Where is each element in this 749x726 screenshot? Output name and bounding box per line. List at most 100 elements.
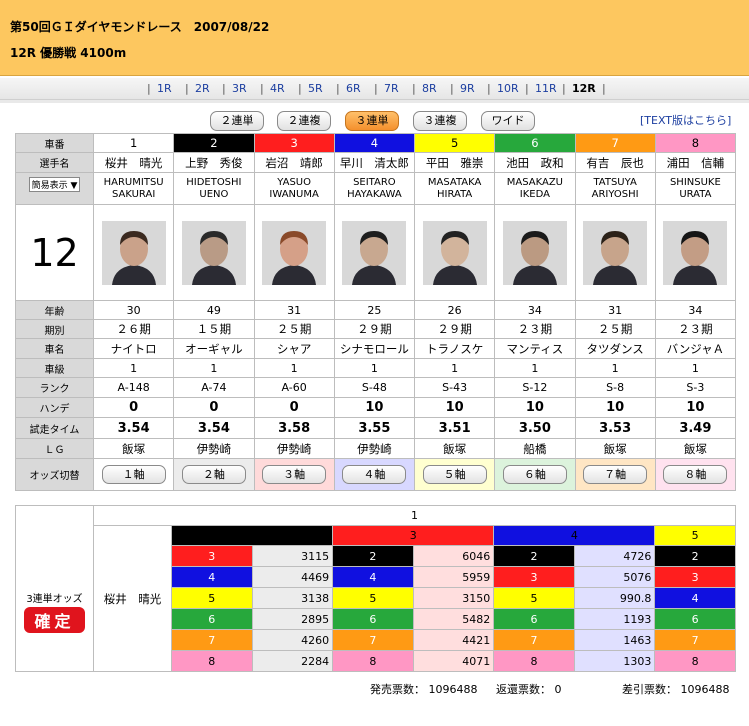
label-class: 車級: [15, 358, 94, 378]
axis-button-6[interactable]: ６軸: [502, 465, 567, 484]
race-link-11[interactable]: 11R: [535, 82, 557, 95]
odds-third-3-0: 2: [332, 545, 414, 567]
display-mode-select[interactable]: 簡易表示 ▼: [28, 177, 81, 192]
rider-photo-cell-3: [253, 204, 335, 301]
race-link-10[interactable]: 10R: [497, 82, 519, 95]
label-name: 選手名: [15, 152, 94, 173]
odds-value-4-0[interactable]: 4726: [573, 545, 656, 567]
odds-value-4-1[interactable]: 5076: [573, 566, 656, 588]
rider-roman-4: SEITARO HAYAKAWA: [333, 172, 416, 205]
odds-value-4-4[interactable]: 1463: [573, 629, 656, 651]
race-link-9[interactable]: 9R: [460, 82, 475, 95]
odds-value-3-3[interactable]: 5482: [412, 608, 495, 630]
axis-button-3[interactable]: ３軸: [262, 465, 327, 484]
odds-value-3-5[interactable]: 4071: [412, 650, 495, 672]
rider-photo-3: [262, 220, 327, 285]
rider-rank-5: S-43: [413, 377, 496, 398]
odds-third-4-1: 3: [493, 566, 575, 588]
rider-trial-5: 3.51: [413, 417, 496, 439]
rider-lg-3: 伊勢崎: [253, 438, 335, 459]
rider-class-3: 1: [253, 358, 335, 378]
tab-sanrentan[interactable]: ３連単: [345, 111, 399, 131]
race-link-5[interactable]: 5R: [308, 82, 323, 95]
odds-value-2-2[interactable]: 3138: [251, 587, 334, 609]
rider-photo-cell-1: [92, 204, 175, 301]
odds-value-2-3[interactable]: 2895: [251, 608, 334, 630]
rider-age-2: 49: [173, 300, 255, 320]
odds-value-2-1[interactable]: 4469: [251, 566, 334, 588]
race-link-4[interactable]: 4R: [270, 82, 285, 95]
odds-value-2-4[interactable]: 4260: [251, 629, 334, 651]
rider-trial-4: 3.55: [333, 417, 416, 439]
odds-switch-cell-2: ２軸: [173, 458, 255, 491]
race-title: 第50回ＧＩダイヤモンドレース 2007/08/22: [10, 20, 270, 34]
axis-button-1[interactable]: １軸: [101, 465, 166, 484]
odds-value-2-0[interactable]: 3115: [251, 545, 334, 567]
rider-photo-cell-4: [333, 204, 416, 301]
rider-car-4: シナモロール: [333, 338, 416, 359]
odds-value-4-3[interactable]: 1193: [573, 608, 656, 630]
odds-axis: 1: [93, 505, 736, 526]
rider-car-3: シャア: [253, 338, 335, 359]
odds-third-5-1: 3: [654, 566, 736, 588]
odds-third-5-3: 6: [654, 608, 736, 630]
text-version-link[interactable]: [TEXT版はこちら]: [640, 112, 731, 128]
rider-photo-cell-2: [173, 204, 255, 301]
axis-button-8[interactable]: ８軸: [663, 465, 728, 484]
race-link-12[interactable]: 12R: [572, 82, 596, 95]
race-link-6[interactable]: 6R: [346, 82, 361, 95]
race-link-2[interactable]: 2R: [195, 82, 210, 95]
odds-third-3-1: 4: [332, 566, 414, 588]
car-number-4: 4: [333, 133, 416, 153]
tab-wide[interactable]: ワイド: [481, 111, 535, 131]
axis-button-4[interactable]: ４軸: [342, 465, 407, 484]
axis-button-5[interactable]: ５軸: [422, 465, 487, 484]
page-header: 第50回ＧＩダイヤモンドレース 2007/08/22 12R 優勝戦 4100m: [0, 0, 749, 76]
odds-value-3-0[interactable]: 6046: [412, 545, 495, 567]
odds-header-4: 4: [493, 525, 656, 546]
rider-lg-1: 飯塚: [92, 438, 175, 459]
rider-name-3: 岩沼 靖郎: [253, 152, 335, 173]
rider-class-6: 1: [494, 358, 576, 378]
rider-car-1: ナイトロ: [92, 338, 175, 359]
rider-trial-8: 3.49: [654, 417, 737, 439]
rider-name-1: 桜井 晴光: [92, 152, 175, 173]
car-number-1: 1: [92, 133, 175, 153]
odds-switch-cell-7: ７軸: [574, 458, 656, 491]
rider-rank-6: S-12: [494, 377, 576, 398]
axis-button-2[interactable]: ２軸: [181, 465, 246, 484]
tab-nirentan[interactable]: ２連単: [210, 111, 264, 131]
tab-nirenpuku[interactable]: ２連複: [277, 111, 331, 131]
race-link-3[interactable]: 3R: [232, 82, 247, 95]
odds-value-3-1[interactable]: 5959: [412, 566, 495, 588]
car-number-8: 8: [654, 133, 737, 153]
odds-value-2-5[interactable]: 2284: [251, 650, 334, 672]
rider-photo-8: [663, 220, 728, 285]
rider-name-8: 浦田 信輔: [654, 152, 737, 173]
rider-photo-5: [422, 220, 487, 285]
rider-roman-6: MASAKAZU IKEDA: [494, 172, 576, 205]
kakutei-badge: 確定: [24, 607, 85, 633]
odds-value-3-2[interactable]: 3150: [412, 587, 495, 609]
race-link-1[interactable]: 1R: [157, 82, 172, 95]
odds-third-4-2: 5: [493, 587, 575, 609]
rider-trial-3: 3.58: [253, 417, 335, 439]
rider-trial-7: 3.53: [574, 417, 656, 439]
nav-separator: |: [260, 82, 264, 95]
race-nav: | 1R | 2R | 3R | 4R | 5R | 6R | 7R | 8R | 9R | 10R | 11R | 12R |: [0, 78, 749, 100]
sales-count: 発売票数： 1096488: [370, 683, 478, 696]
odds-third-3-4: 7: [332, 629, 414, 651]
odds-value-4-5[interactable]: 1303: [573, 650, 656, 672]
odds-value-3-4[interactable]: 4421: [412, 629, 495, 651]
race-link-7[interactable]: 7R: [384, 82, 399, 95]
axis-button-7[interactable]: ７軸: [583, 465, 648, 484]
rider-trial-1: 3.54: [92, 417, 175, 439]
odds-value-4-2[interactable]: 990.8: [573, 587, 656, 609]
label-odds-switch: オッズ切替: [15, 458, 94, 491]
car-number-3: 3: [253, 133, 335, 153]
rider-handi-6: 10: [494, 397, 576, 418]
race-link-8[interactable]: 8R: [422, 82, 437, 95]
rider-name-7: 有吉 辰也: [574, 152, 656, 173]
rider-car-5: トラノスケ: [413, 338, 496, 359]
tab-sanrenpuku[interactable]: ３連複: [413, 111, 467, 131]
